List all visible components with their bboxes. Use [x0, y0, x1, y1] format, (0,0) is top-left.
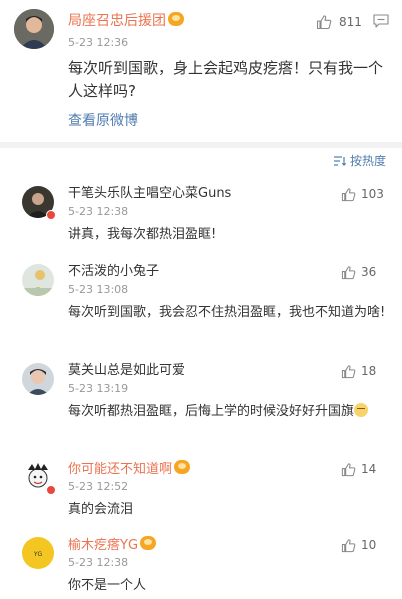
- comment-like-count: 14: [361, 462, 377, 476]
- commenter-name[interactable]: 莫关山总是如此可爱: [68, 362, 185, 379]
- verified-badge-icon: [46, 210, 56, 220]
- thumbs-up-icon[interactable]: [316, 14, 332, 30]
- post-time: 5-23 12:36: [68, 36, 129, 49]
- sort-icon: [333, 156, 346, 166]
- original-post: 局座召忠后援团 5-23 12:36 811 每次听到国歌，身上会起鸡皮疙瘩！只…: [0, 0, 402, 142]
- comment-item: 莫关山总是如此可爱 5-23 13:19 18 每次听都热泪盈眶，后悔上学的时候…: [0, 355, 402, 453]
- comment-icon[interactable]: [373, 14, 389, 28]
- comment-text: 讲真，我每次都热泪盈眶!: [68, 227, 217, 242]
- svg-text:YG: YG: [33, 551, 43, 558]
- comment-item: YG 榆木疙瘩YG 5-23 12:38 10 你不是一个人: [0, 529, 402, 599]
- comment-item: 干笔头乐队主唱空心菜Guns 5-23 12:38 103 讲真，我每次都热泪盈…: [0, 178, 402, 254]
- post-author-name[interactable]: 局座召忠后援团: [68, 12, 184, 30]
- comment-text: 每次听到国歌，我会忍不住热泪盈眶，我也不知道为啥!: [68, 305, 386, 320]
- sort-by-hot-button[interactable]: 按热度: [333, 153, 386, 169]
- comment-like-count: 10: [361, 538, 377, 552]
- comment-like-count: 18: [361, 364, 377, 378]
- comment-time: 5-23 12:52: [68, 480, 129, 493]
- vip-badge-icon: [168, 12, 184, 26]
- post-text: 每次听到国歌，身上会起鸡皮疙瘩！只有我一个人这样吗?: [68, 59, 384, 100]
- thumbs-up-icon[interactable]: [341, 187, 356, 202]
- emoji-icon: [354, 403, 369, 417]
- sort-label[interactable]: 按热度: [350, 154, 386, 168]
- comment-time: 5-23 13:19: [68, 382, 129, 395]
- thumbs-up-icon[interactable]: [341, 538, 356, 553]
- comment-text: 真的会流泪: [68, 502, 134, 517]
- comment-item: 你可能还不知道啊 5-23 12:52 14 真的会流泪: [0, 453, 402, 529]
- commenter-avatar[interactable]: YG: [22, 537, 54, 569]
- thumbs-up-icon[interactable]: [341, 462, 356, 477]
- commenter-avatar[interactable]: [22, 363, 54, 395]
- commenter-name[interactable]: 不活泼的小兔子: [68, 263, 159, 280]
- comment-time: 5-23 12:38: [68, 205, 129, 218]
- post-like-count: 811: [339, 15, 362, 29]
- commenter-name[interactable]: 你可能还不知道啊: [68, 460, 191, 478]
- view-original-link[interactable]: 查看原微博: [68, 112, 138, 130]
- sort-bar: 按热度: [0, 148, 402, 174]
- post-author-avatar[interactable]: [14, 9, 54, 49]
- commenter-name-text[interactable]: 你可能还不知道啊: [68, 462, 172, 477]
- commenter-name-text[interactable]: 榆木疙瘩YG: [68, 538, 138, 553]
- comment-time: 5-23 12:38: [68, 556, 129, 569]
- comment-item: 不活泼的小兔子 5-23 13:08 36 每次听到国歌，我会忍不住热泪盈眶，我…: [0, 256, 402, 354]
- vip-badge-icon: [140, 536, 157, 550]
- comment-text: 每次听都热泪盈眶，后悔上学的时候没好好升国旗: [68, 400, 386, 423]
- comment-text-content: 每次听都热泪盈眶，后悔上学的时候没好好升国旗: [68, 404, 355, 419]
- commenter-name[interactable]: 干笔头乐队主唱空心菜Guns: [68, 185, 231, 202]
- comment-text: 你不是一个人: [68, 578, 147, 593]
- post-author-name-text[interactable]: 局座召忠后援团: [68, 13, 166, 29]
- thumbs-up-icon[interactable]: [341, 364, 356, 379]
- commenter-name[interactable]: 榆木疙瘩YG: [68, 536, 157, 554]
- comment-like-count: 103: [361, 187, 384, 201]
- comment-time: 5-23 13:08: [68, 283, 129, 296]
- thumbs-up-icon[interactable]: [341, 265, 356, 280]
- commenter-avatar[interactable]: [22, 264, 54, 296]
- verified-badge-icon: [46, 485, 56, 495]
- vip-badge-icon: [174, 460, 191, 474]
- comment-like-count: 36: [361, 265, 377, 279]
